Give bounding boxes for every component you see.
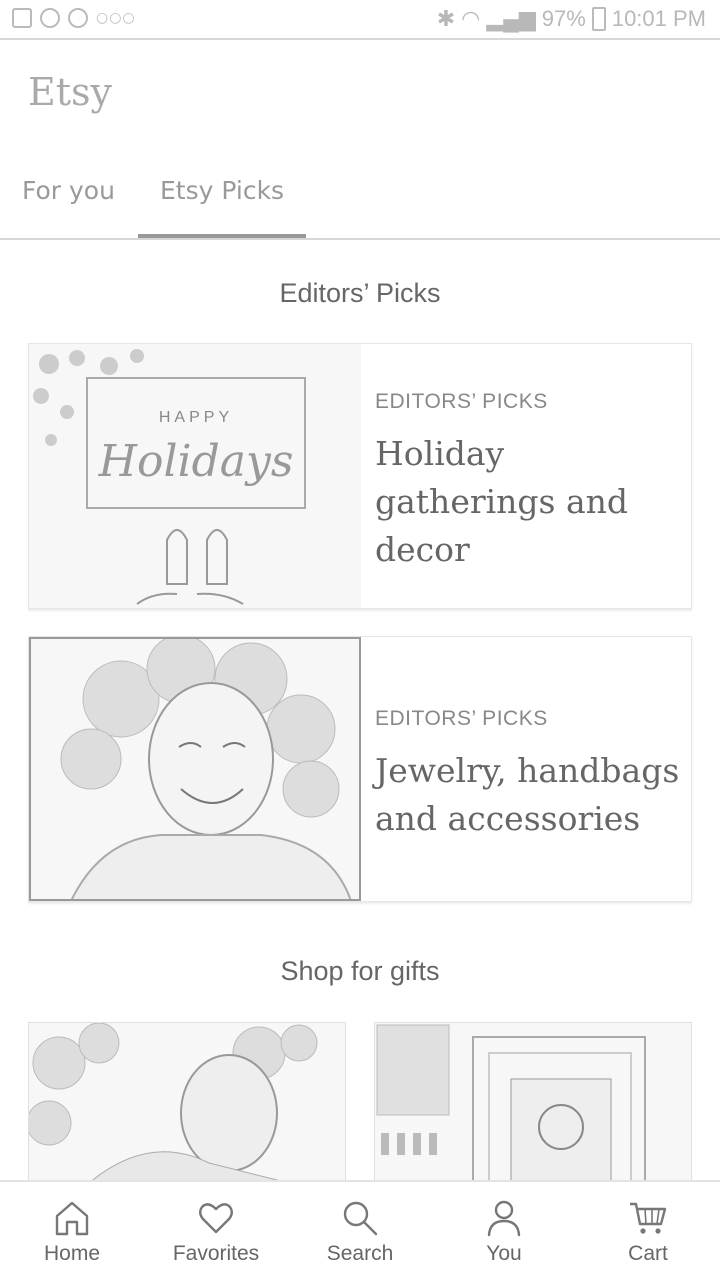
nav-you-label: You [486,1242,522,1265]
holiday-image-script-text: Holidays [98,436,294,487]
more-notifications-icon: ○○○ [96,10,136,26]
nav-cart[interactable]: Cart [576,1182,720,1280]
gift-tile-2[interactable] [374,1022,692,1182]
holiday-image-top-text: HAPPY [159,409,233,426]
nav-search[interactable]: Search [288,1182,432,1280]
search-icon [343,1201,378,1236]
clock: 10:01 PM [611,6,706,31]
home-icon [55,1201,89,1236]
tab-bar: For you Etsy Picks [0,160,720,240]
card-kicker: EDITORS’ PICKS [375,390,548,413]
battery-icon [591,7,606,31]
settings-notification-icon [40,8,60,28]
system-status: ✱ ◠ ▂▄▆ 97% 10:01 PM [437,6,706,32]
editors-pick-card-jewelry[interactable]: EDITORS’ PICKS Jewelry, handbags and acc… [28,636,692,902]
image-notification-icon [12,8,32,28]
jewelry-card-image [29,637,361,901]
person-icon [487,1200,521,1237]
card-title: Holiday gatherings and decor [375,434,629,569]
nav-cart-label: Cart [628,1242,668,1265]
tab-for-you[interactable]: For you [22,176,115,231]
wifi-icon: ◠ [461,6,481,31]
battery-level: 97% [541,6,586,31]
cart-icon [630,1202,667,1234]
tab-etsy-picks[interactable]: Etsy Picks [160,176,284,231]
status-bar: ○○○ ✱ ◠ ▂▄▆ 97% 10:01 PM [0,0,720,40]
sync-notification-icon [68,8,88,28]
editors-picks-heading: Editors’ Picks [279,278,441,308]
bottom-navigation: Home Favorites Search You Cart [0,1180,720,1280]
app-header: Etsy [0,42,720,142]
jewelry-card-body: EDITORS’ PICKS Jewelry, handbags and acc… [375,637,691,901]
shop-for-gifts-heading: Shop for gifts [280,956,440,986]
nav-favorites[interactable]: Favorites [144,1182,288,1280]
nav-favorites-label: Favorites [172,1242,260,1265]
nav-you[interactable]: You [432,1182,576,1280]
holiday-card-image: HAPPY Holidays [29,344,361,608]
gift-tile-1[interactable] [28,1022,346,1182]
active-tab-indicator [138,234,306,238]
heart-icon [199,1203,233,1234]
etsy-logo[interactable]: Etsy [28,70,112,114]
nav-search-label: Search [326,1242,394,1265]
notification-icons: ○○○ [12,8,136,28]
bluetooth-icon: ✱ [436,6,456,31]
signal-icon: ▂▄▆ [486,6,536,31]
card-title: Jewelry, handbags and accessories [375,751,680,838]
holiday-card-body: EDITORS’ PICKS Holiday gatherings and de… [375,344,691,608]
nav-home-label: Home [43,1242,101,1265]
card-kicker: EDITORS’ PICKS [375,707,548,730]
editors-pick-card-holiday[interactable]: HAPPY Holidays EDITORS’ PICKS Holiday ga… [28,343,692,609]
nav-home[interactable]: Home [0,1182,144,1280]
